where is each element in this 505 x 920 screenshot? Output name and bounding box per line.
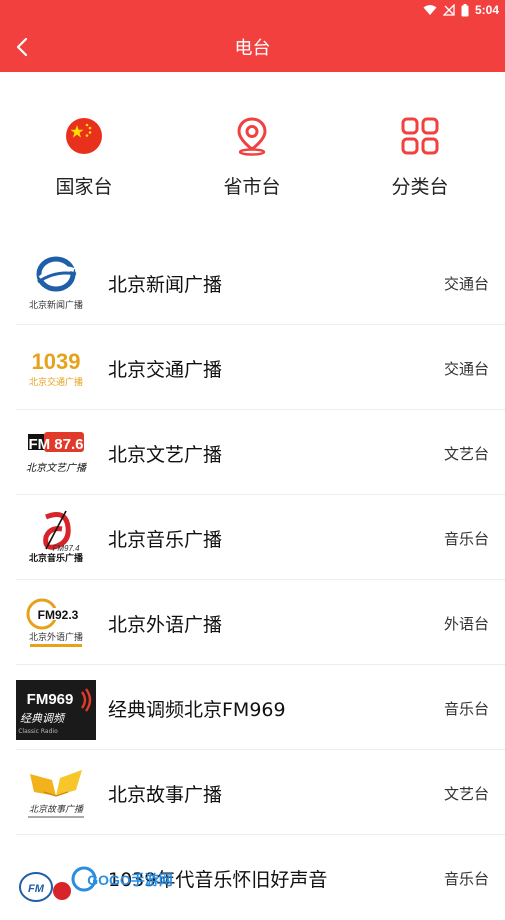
- station-category: 交通台: [443, 275, 489, 293]
- watermark-text: GOGO手游网: [87, 872, 173, 888]
- station-logo-story-sub: 北京故事广播: [29, 804, 84, 815]
- station-logo-classic: FM969 经典调频 Classic Radio: [16, 680, 96, 740]
- station-category: 文艺台: [443, 445, 489, 463]
- station-logo-classic-sub: 经典调频: [20, 712, 66, 725]
- station-logo-arts-sub: 北京文艺广播: [26, 462, 87, 474]
- station-logo-traffic: 1039 北京交通广播: [29, 349, 83, 388]
- station-logo-traffic-text: 1039: [32, 349, 81, 374]
- station-row[interactable]: FM969 经典调频 Classic Radio 经典调频北京FM969 音乐台: [0, 665, 505, 750]
- wifi-icon: [423, 5, 437, 15]
- provincial-stations-button[interactable]: 省市台: [192, 116, 312, 199]
- station-category: 音乐台: [443, 700, 489, 718]
- station-category: 交通台: [443, 360, 489, 378]
- national-stations-button[interactable]: 国家台: [24, 116, 144, 199]
- station-logo-music-text: FM97.4: [52, 544, 80, 553]
- page-title: 电台: [234, 38, 271, 59]
- station-logo-news: 北京新闻广播: [29, 256, 83, 311]
- station-name: 北京外语广播: [108, 614, 223, 636]
- station-logo-foreign-text: FM92.3: [38, 608, 79, 622]
- watermark-logo-icon: GOGO手游网: [71, 866, 173, 892]
- station-category: 文艺台: [443, 785, 489, 803]
- category-shortcuts: 国家台 省市台 分类台: [0, 72, 505, 232]
- battery-icon: [461, 3, 469, 16]
- location-pin-icon: [237, 117, 267, 156]
- status-time: 5:04: [474, 3, 499, 17]
- station-category: 音乐台: [443, 530, 489, 548]
- station-logo-arts-text: FM 87.6: [28, 436, 83, 453]
- station-row[interactable]: 北京故事广播 北京故事广播 文艺台: [0, 750, 505, 835]
- station-row[interactable]: FM 87.6 北京文艺广播 北京文艺广播 文艺台: [0, 410, 505, 495]
- station-row[interactable]: FM97.4 北京音乐广播 北京音乐广播 音乐台: [0, 495, 505, 580]
- classified-stations-button[interactable]: 分类台: [360, 116, 480, 199]
- watermark: GOGO手游网: [70, 866, 180, 892]
- station-name: 北京新闻广播: [108, 274, 223, 296]
- station-category: 外语台: [443, 615, 489, 633]
- station-row[interactable]: 北京新闻广播 北京新闻广播 交通台: [0, 240, 505, 325]
- station-logo-classic-text: FM969: [27, 691, 74, 708]
- station-logo-news-text: 北京新闻广播: [29, 299, 83, 311]
- station-category: 音乐台: [443, 870, 489, 888]
- status-bar: 5:04: [0, 0, 505, 22]
- no-signal-icon: [442, 4, 455, 16]
- station-row[interactable]: 1039 北京交通广播 北京交通广播 交通台: [0, 325, 505, 410]
- station-row[interactable]: FM92.3 北京外语广播 北京外语广播 外语台: [0, 580, 505, 665]
- grid-icon: [401, 117, 439, 155]
- station-logo-music: FM97.4 北京音乐广播: [29, 510, 84, 564]
- national-stations-label: 国家台: [55, 176, 113, 198]
- station-logo-story: 北京故事广播: [28, 770, 84, 818]
- station-name: 北京交通广播: [108, 359, 223, 381]
- station-name: 经典调频北京FM969: [108, 699, 286, 721]
- provincial-stations-label: 省市台: [223, 176, 281, 198]
- station-name: 北京音乐广播: [108, 529, 223, 551]
- station-logo-traffic-sub: 北京交通广播: [29, 376, 83, 388]
- china-flag-icon: [66, 118, 102, 154]
- station-name: 北京故事广播: [108, 784, 223, 806]
- station-logo-arts: FM 87.6 北京文艺广播: [26, 432, 87, 474]
- station-logo-music-sub: 北京音乐广播: [29, 552, 84, 564]
- app-bar: 电台: [0, 22, 505, 72]
- station-name: 北京文艺广播: [108, 444, 223, 466]
- classified-stations-label: 分类台: [391, 176, 449, 198]
- station-logo-retro-text: FM: [28, 883, 45, 895]
- station-logo-foreign: FM92.3 北京外语广播: [26, 598, 84, 647]
- station-logo-foreign-sub: 北京外语广播: [29, 631, 83, 643]
- station-logo-classic-sub2: Classic Radio: [18, 728, 58, 735]
